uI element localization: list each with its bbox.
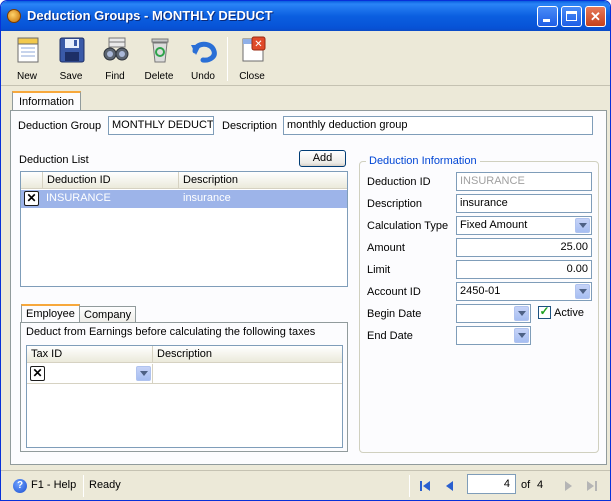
limit-label: Limit: [367, 264, 391, 276]
description-column-header[interactable]: Description: [179, 172, 347, 189]
page-total: 4: [537, 479, 544, 491]
new-document-icon: [17, 37, 39, 63]
binoculars-icon: [103, 37, 129, 61]
find-button[interactable]: Find: [94, 33, 136, 85]
employee-panel: Deduct from Earnings before calculating …: [20, 322, 348, 452]
table-row[interactable]: ✕ INSURANCE insurance: [21, 190, 347, 208]
svg-text:✕: ✕: [254, 39, 262, 50]
description-cell: insurance: [183, 192, 231, 204]
delete-button[interactable]: Delete: [138, 33, 180, 85]
description-field[interactable]: monthly deduction group: [283, 116, 593, 135]
end-date-picker[interactable]: [456, 326, 531, 345]
table-row[interactable]: ✕: [27, 364, 342, 384]
calculation-type-select[interactable]: Fixed Amount: [456, 216, 592, 235]
amount-label: Amount: [367, 242, 405, 254]
close-icon: ✕: [590, 9, 601, 24]
deduction-list-label: Deduction List: [19, 154, 89, 166]
help-text[interactable]: F1 - Help: [31, 479, 76, 491]
floppy-disk-icon: [59, 37, 85, 63]
maximize-icon: [566, 11, 577, 21]
save-label: Save: [59, 71, 83, 82]
account-id-select[interactable]: 2450-01: [456, 282, 592, 301]
save-button[interactable]: Save: [50, 33, 92, 85]
help-icon[interactable]: ?: [13, 479, 27, 493]
close-button[interactable]: ✕ Close: [231, 33, 273, 85]
deduction-id-cell: INSURANCE: [46, 192, 111, 204]
toolbar-separator: [227, 37, 228, 81]
close-label: Close: [239, 71, 265, 82]
minimize-button[interactable]: [537, 6, 558, 27]
deduction-group-label: Deduction Group: [18, 120, 102, 132]
app-icon: [7, 9, 21, 23]
toolbar: New Save Find Delete Undo ✕ Close: [1, 31, 610, 86]
first-record-icon[interactable]: [417, 478, 433, 494]
tax-id-combo[interactable]: [27, 364, 153, 384]
deduction-information-title: Deduction Information: [366, 155, 480, 167]
next-record-icon[interactable]: [560, 478, 576, 494]
status-bar: ? F1 - Help Ready of 4: [1, 470, 610, 500]
chevron-down-icon[interactable]: [514, 328, 529, 343]
description-label: Description: [222, 120, 278, 132]
delete-label: Delete: [144, 71, 174, 82]
chevron-down-icon[interactable]: [575, 218, 590, 233]
chevron-down-icon[interactable]: [136, 366, 151, 381]
deduction-list-grid: Deduction ID Description ✕ INSURANCE ins…: [20, 171, 348, 287]
window-title: Deduction Groups - MONTHLY DEDUCT: [27, 8, 273, 23]
undo-button[interactable]: Undo: [182, 33, 224, 85]
previous-record-icon[interactable]: [442, 478, 458, 494]
deduction-group-field[interactable]: MONTHLY DEDUCT: [108, 116, 214, 135]
deduction-groups-window: Deduction Groups - MONTHLY DEDUCT ✕ New …: [0, 0, 611, 501]
tax-grid-header: Tax ID Description: [27, 346, 342, 363]
tab-information[interactable]: Information: [12, 91, 82, 111]
title-bar[interactable]: Deduction Groups - MONTHLY DEDUCT ✕: [1, 1, 610, 31]
last-record-icon[interactable]: [584, 478, 600, 494]
new-button[interactable]: New: [6, 33, 48, 85]
account-id-value: 2450-01: [460, 285, 501, 297]
info-description-field[interactable]: insurance: [456, 194, 592, 213]
close-form-icon: ✕: [242, 36, 266, 62]
deduction-id-label: Deduction ID: [367, 176, 431, 188]
row-selector-header: [21, 172, 43, 189]
undo-arrow-icon: [191, 41, 217, 63]
chevron-down-icon[interactable]: [514, 306, 529, 321]
active-checkbox[interactable]: ✓: [538, 304, 551, 319]
employee-caption: Deduct from Earnings before calculating …: [26, 326, 316, 338]
maximize-button[interactable]: [561, 6, 582, 27]
begin-date-picker[interactable]: [456, 304, 531, 323]
calculation-type-value: Fixed Amount: [460, 219, 528, 231]
page-number-input[interactable]: 4: [467, 474, 516, 494]
page-of-label: of: [521, 479, 531, 491]
chevron-down-icon[interactable]: [575, 284, 590, 299]
status-text: Ready: [89, 479, 121, 491]
end-date-label: End Date: [367, 330, 413, 342]
tax-grid: Tax ID Description ✕: [26, 345, 343, 448]
active-label: Active: [554, 307, 584, 319]
check-icon: ✓: [539, 304, 550, 318]
amount-field[interactable]: 25.00: [456, 238, 592, 257]
deduction-id-column-header[interactable]: Deduction ID: [43, 172, 179, 189]
close-window-button[interactable]: ✕: [585, 6, 606, 27]
minimize-icon: [543, 19, 550, 22]
account-id-label: Account ID: [367, 286, 421, 298]
undo-label: Undo: [191, 71, 215, 82]
deduction-list-header: Deduction ID Description: [21, 172, 347, 189]
recycle-bin-icon: [151, 38, 169, 63]
tax-id-column-header[interactable]: Tax ID: [27, 346, 153, 363]
begin-date-label: Begin Date: [367, 308, 422, 320]
status-separator: [409, 475, 410, 497]
status-separator: [83, 475, 84, 497]
new-label: New: [16, 71, 37, 82]
find-label: Find: [105, 71, 125, 82]
tab-employee[interactable]: Employee: [21, 304, 80, 322]
add-button[interactable]: Add: [299, 150, 346, 167]
info-description-label: Description: [367, 198, 423, 210]
delete-row-button[interactable]: ✕: [24, 191, 39, 206]
x-icon: ✕: [26, 191, 37, 205]
deduction-id-field[interactable]: INSURANCE: [456, 172, 592, 191]
tax-description-column-header[interactable]: Description: [153, 346, 342, 363]
limit-field[interactable]: 0.00: [456, 260, 592, 279]
calculation-type-label: Calculation Type: [367, 220, 449, 232]
